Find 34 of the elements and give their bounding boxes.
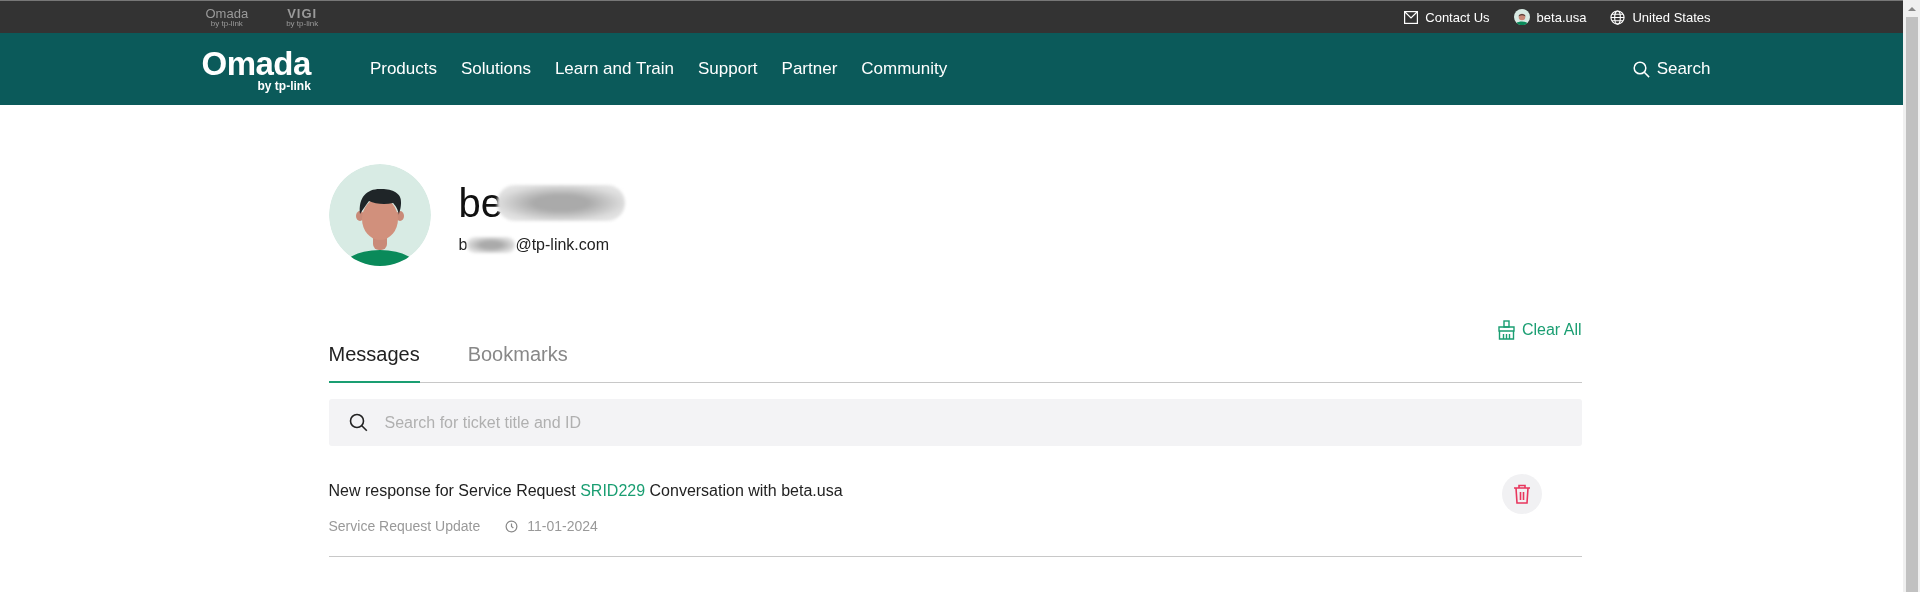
mail-icon	[1404, 10, 1419, 24]
avatar-icon	[1513, 9, 1530, 25]
nav-link[interactable]: Community	[861, 59, 948, 79]
top-link[interactable]: Contact Us	[1404, 9, 1490, 25]
nav-link[interactable]: Solutions	[460, 59, 531, 79]
tab[interactable]: Bookmarks	[467, 335, 568, 383]
trash-icon	[1512, 484, 1531, 504]
broom-icon	[1496, 320, 1516, 340]
search-field[interactable]: Search for ticket title and ID	[328, 399, 1582, 446]
scroll-thumb[interactable]	[1905, 17, 1918, 592]
redaction-blur	[467, 236, 516, 253]
tab[interactable]: Messages	[328, 335, 420, 383]
email-start: b	[458, 235, 468, 254]
top-link[interactable]: United States	[1610, 9, 1711, 25]
scroll-up-icon[interactable]	[1906, 6, 1917, 12]
nav-link[interactable]: Support	[698, 59, 758, 79]
top-link[interactable]: beta.usa	[1513, 9, 1587, 25]
brand-logo[interactable]: VIGI by tp-link	[286, 6, 319, 28]
user-name: be	[458, 180, 503, 226]
delete-button[interactable]	[1501, 474, 1542, 514]
brand-logo[interactable]: Omada by tp-link	[205, 6, 249, 28]
message-title: New response for Service Request SRID229 Conversation with beta.usa	[328, 482, 843, 500]
message-date: 11-01-2024	[527, 518, 598, 534]
scrollbar[interactable]	[1903, 0, 1920, 592]
nav-link[interactable]: Partner	[781, 59, 838, 79]
search-link[interactable]: Search	[1632, 59, 1711, 79]
search-icon	[1632, 60, 1650, 78]
globe-icon	[1610, 9, 1626, 25]
nav-link[interactable]: Learn and Train	[554, 59, 674, 79]
nav-link[interactable]: Products	[369, 59, 437, 79]
clock-icon	[505, 519, 519, 533]
omada-logo[interactable]: Omada by tp-link	[201, 46, 311, 92]
email-domain: @tp-link.com	[515, 235, 609, 254]
message-category: Service Request Update	[328, 518, 481, 534]
